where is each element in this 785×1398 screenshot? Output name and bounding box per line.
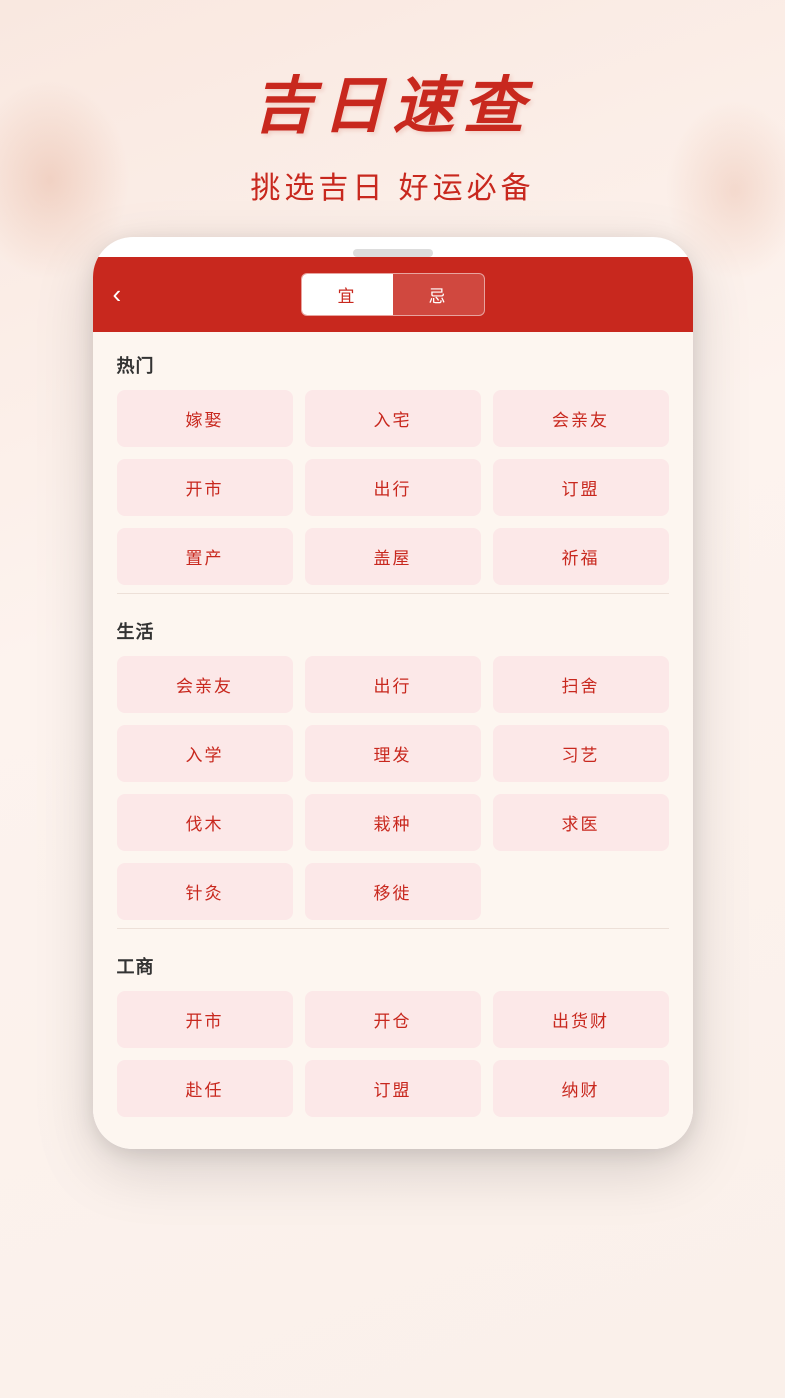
section-business-title: 工商 (117, 933, 669, 991)
phone-notch (353, 249, 433, 257)
life-tags-grid: 会亲友 出行 扫舍 入学 理发 习艺 伐木 栽种 求医 针灸 移徙 (117, 656, 669, 920)
section-hot: 热门 嫁娶 入宅 会亲友 开市 出行 订盟 置产 盖屋 祈福 (117, 332, 669, 585)
tag-biz-kaishi[interactable]: 开市 (117, 991, 293, 1048)
divider-2 (117, 928, 669, 929)
section-business: 工商 开市 开仓 出货财 赴任 订盟 纳财 (117, 933, 669, 1117)
section-hot-title: 热门 (117, 332, 669, 390)
tag-huiqinyou[interactable]: 会亲友 (493, 390, 669, 447)
section-life-title: 生活 (117, 598, 669, 656)
tag-biz-furen[interactable]: 赴任 (117, 1060, 293, 1117)
tag-life-saoshe[interactable]: 扫舍 (493, 656, 669, 713)
tag-life-lifa[interactable]: 理发 (305, 725, 481, 782)
tag-biz-nacai[interactable]: 纳财 (493, 1060, 669, 1117)
header-section: 吉日速查 挑选吉日 好运必备 (0, 0, 785, 237)
tag-life-zazhong[interactable]: 栽种 (305, 794, 481, 851)
tag-qifu[interactable]: 祈福 (493, 528, 669, 585)
tag-life-chuxing[interactable]: 出行 (305, 656, 481, 713)
tag-kaishi[interactable]: 开市 (117, 459, 293, 516)
tag-life-xiye[interactable]: 习艺 (493, 725, 669, 782)
tag-biz-dingmeng[interactable]: 订盟 (305, 1060, 481, 1117)
business-tags-grid: 开市 开仓 出货财 赴任 订盟 纳财 (117, 991, 669, 1117)
subtitle: 挑选吉日 好运必备 (0, 163, 785, 207)
tag-biz-chuhuo[interactable]: 出货财 (493, 991, 669, 1048)
tag-jiaju[interactable]: 嫁娶 (117, 390, 293, 447)
back-button[interactable]: ‹ (113, 279, 122, 310)
app-header: ‹ 宜 忌 (93, 257, 693, 332)
tab-ji[interactable]: 忌 (393, 274, 484, 315)
tab-group: 宜 忌 (301, 273, 485, 316)
tag-life-huiqinyou[interactable]: 会亲友 (117, 656, 293, 713)
tag-gaiwu[interactable]: 盖屋 (305, 528, 481, 585)
main-title: 吉日速查 (0, 55, 785, 145)
tag-life-ruxue[interactable]: 入学 (117, 725, 293, 782)
tag-life-zhenjiu[interactable]: 针灸 (117, 863, 293, 920)
tag-life-yitu[interactable]: 移徙 (305, 863, 481, 920)
tag-ruzhai[interactable]: 入宅 (305, 390, 481, 447)
tab-yi[interactable]: 宜 (302, 274, 393, 315)
hot-tags-grid: 嫁娶 入宅 会亲友 开市 出行 订盟 置产 盖屋 祈福 (117, 390, 669, 585)
content-area: 热门 嫁娶 入宅 会亲友 开市 出行 订盟 置产 盖屋 祈福 生活 会亲友 出行… (93, 332, 693, 1149)
section-life: 生活 会亲友 出行 扫舍 入学 理发 习艺 伐木 栽种 求医 针灸 移徙 (117, 598, 669, 920)
divider-1 (117, 593, 669, 594)
tag-dingmeng[interactable]: 订盟 (493, 459, 669, 516)
phone-mockup: ‹ 宜 忌 热门 嫁娶 入宅 会亲友 开市 出行 订盟 置产 盖屋 祈福 (93, 237, 693, 1149)
tag-life-qiuyi[interactable]: 求医 (493, 794, 669, 851)
tag-life-famu[interactable]: 伐木 (117, 794, 293, 851)
tag-zhichan[interactable]: 置产 (117, 528, 293, 585)
tag-biz-kaicang[interactable]: 开仓 (305, 991, 481, 1048)
tag-chuxing[interactable]: 出行 (305, 459, 481, 516)
